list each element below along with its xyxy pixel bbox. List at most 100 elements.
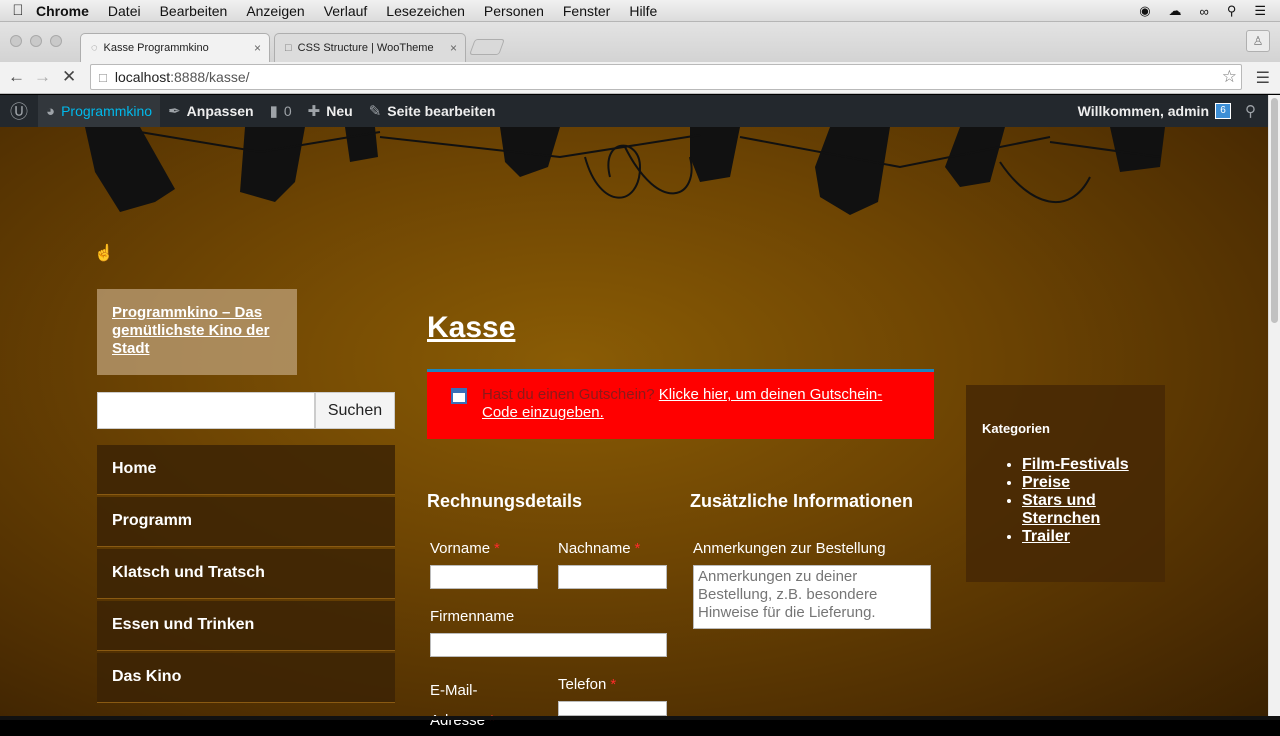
nav-item-programm[interactable]: Programm bbox=[97, 497, 395, 547]
menu-datei[interactable]: Datei bbox=[108, 3, 141, 19]
address-bar[interactable]: □ localhost:8888/kasse/ ☆ bbox=[90, 64, 1242, 90]
additional-info-heading: Zusätzliche Informationen bbox=[690, 491, 914, 511]
loading-spinner-icon: ◌ bbox=[91, 42, 98, 54]
tab-title: Kasse Programmkino bbox=[103, 42, 209, 54]
tab-title: CSS Structure | WooTheme bbox=[297, 42, 434, 54]
mac-menubar:  Chrome Datei Bearbeiten Anzeigen Verla… bbox=[0, 0, 1280, 22]
new-label: Neu bbox=[326, 103, 353, 119]
site-name-item[interactable]: ◕ Programmkino bbox=[38, 95, 161, 127]
coupon-question: Hast du einen Gutschein? bbox=[482, 386, 655, 403]
zoom-window-button[interactable] bbox=[50, 35, 62, 47]
main-navigation: Home Programm Klatsch und Tratsch Essen … bbox=[97, 445, 395, 705]
required-mark: * bbox=[494, 540, 500, 557]
url-path: :8888/kasse/ bbox=[170, 69, 250, 85]
required-mark: * bbox=[610, 676, 617, 693]
comment-icon: ▮ bbox=[269, 103, 278, 120]
categories-title: Kategorien bbox=[982, 421, 1050, 436]
menu-personen[interactable]: Personen bbox=[484, 3, 544, 19]
new-item[interactable]: ✚ Neu bbox=[300, 95, 361, 127]
menu-chrome[interactable]: Chrome bbox=[36, 3, 89, 19]
tab-bar: ◌ Kasse Programmkino × □ CSS Structure |… bbox=[0, 22, 1280, 62]
list-icon[interactable]: ☰ bbox=[1254, 3, 1266, 19]
scrollbar-thumb[interactable] bbox=[1271, 98, 1278, 323]
creative-cloud-icon[interactable]: ☁ bbox=[1169, 3, 1182, 19]
last-name-label: Nachname * bbox=[558, 540, 640, 557]
search-form: Suchen bbox=[97, 392, 395, 429]
category-item: Preise bbox=[1022, 474, 1149, 492]
email-label-line2: Adresse bbox=[430, 712, 486, 729]
last-name-field[interactable] bbox=[558, 565, 667, 589]
welcome-label[interactable]: Willkommen, admin bbox=[1078, 103, 1209, 119]
customize-label: Anpassen bbox=[186, 103, 254, 119]
page-info-icon[interactable]: □ bbox=[99, 70, 107, 85]
back-icon[interactable]: ← bbox=[8, 67, 25, 87]
required-mark: * bbox=[489, 712, 495, 729]
page-scrollbar[interactable] bbox=[1268, 95, 1280, 716]
close-window-button[interactable] bbox=[10, 35, 22, 47]
nav-item-essen[interactable]: Essen und Trinken bbox=[97, 601, 395, 651]
customize-item[interactable]: ✒ Anpassen bbox=[160, 95, 262, 127]
new-tab-button[interactable] bbox=[469, 39, 505, 55]
tab-close-icon[interactable]: × bbox=[450, 41, 457, 55]
category-link-preise[interactable]: Preise bbox=[1022, 474, 1070, 491]
phone-field[interactable] bbox=[558, 701, 667, 716]
page-icon: □ bbox=[285, 42, 292, 54]
nav-item-klatsch[interactable]: Klatsch und Tratsch bbox=[97, 549, 395, 599]
wp-logo-item[interactable]: Ⓤ bbox=[0, 95, 38, 127]
order-notes-label: Anmerkungen zur Bestellung bbox=[693, 540, 886, 557]
phone-label-text: Telefon bbox=[558, 676, 607, 693]
avatar[interactable]: 6 bbox=[1215, 103, 1231, 119]
bookmark-star-icon[interactable]: ☆ bbox=[1222, 67, 1237, 87]
bottom-edge bbox=[0, 716, 1280, 720]
wifi-icon[interactable]: ∞ bbox=[1200, 4, 1209, 19]
site-name-label: Programmkino bbox=[61, 103, 153, 119]
pencil-icon: ✎ bbox=[368, 103, 382, 120]
menu-lesezeichen[interactable]: Lesezeichen bbox=[386, 3, 465, 19]
chrome-menu-icon[interactable]: ☰ bbox=[1256, 68, 1270, 88]
admin-search-icon[interactable]: ⚲ bbox=[1245, 102, 1256, 120]
phone-label: Telefon * bbox=[558, 676, 616, 693]
menu-verlauf[interactable]: Verlauf bbox=[324, 3, 368, 19]
coupon-notice: Hast du einen Gutschein? Klicke hier, um… bbox=[427, 369, 934, 439]
dashboard-icon: ◕ bbox=[46, 102, 56, 120]
menu-hilfe[interactable]: Hilfe bbox=[629, 3, 657, 19]
wordpress-icon: Ⓤ bbox=[10, 102, 28, 122]
order-notes-field[interactable] bbox=[693, 565, 931, 629]
comments-count: 0 bbox=[283, 103, 292, 119]
edit-page-label: Seite bearbeiten bbox=[387, 103, 496, 119]
last-name-label-text: Nachname bbox=[558, 540, 631, 557]
browser-toolbar: ← → ✕ □ localhost:8888/kasse/ ☆ ☰ bbox=[0, 62, 1280, 94]
tab-css-structure[interactable]: □ CSS Structure | WooTheme × bbox=[274, 33, 466, 62]
record-icon[interactable]: ◉ bbox=[1139, 3, 1150, 19]
company-field[interactable] bbox=[430, 633, 667, 657]
url-host: localhost bbox=[114, 69, 171, 85]
search-icon[interactable]: ⚲ bbox=[1227, 3, 1237, 19]
nav-item-home[interactable]: Home bbox=[97, 445, 395, 495]
first-name-field[interactable] bbox=[430, 565, 538, 589]
header-decoration bbox=[85, 127, 1165, 215]
comments-item[interactable]: ▮ 0 bbox=[262, 95, 300, 127]
forward-icon[interactable]: → bbox=[34, 67, 51, 87]
category-link-stars[interactable]: Stars und Sternchen bbox=[1022, 492, 1100, 527]
edit-page-item[interactable]: ✎ Seite bearbeiten bbox=[361, 95, 504, 127]
stop-icon[interactable]: ✕ bbox=[62, 67, 76, 87]
search-input[interactable] bbox=[97, 392, 315, 429]
tab-kasse[interactable]: ◌ Kasse Programmkino × bbox=[80, 33, 270, 62]
page-title[interactable]: Kasse bbox=[427, 311, 515, 345]
site-title-link[interactable]: Programmkino – Das gemütlichste Kino der… bbox=[112, 304, 270, 357]
category-link-trailer[interactable]: Trailer bbox=[1022, 528, 1070, 545]
category-item: Trailer bbox=[1022, 528, 1149, 546]
menu-fenster[interactable]: Fenster bbox=[563, 3, 610, 19]
tab-close-icon[interactable]: × bbox=[254, 41, 261, 55]
plus-icon: ✚ bbox=[307, 103, 321, 120]
email-label-line1: E-Mail- bbox=[430, 682, 478, 699]
apple-icon[interactable]:  bbox=[0, 2, 36, 19]
nav-item-kino[interactable]: Das Kino bbox=[97, 653, 395, 703]
minimize-window-button[interactable] bbox=[30, 35, 42, 47]
category-link-film-festivals[interactable]: Film-Festivals bbox=[1022, 456, 1129, 473]
menu-bearbeiten[interactable]: Bearbeiten bbox=[160, 3, 228, 19]
brush-icon: ✒ bbox=[168, 103, 181, 120]
search-button[interactable]: Suchen bbox=[315, 392, 395, 429]
menu-anzeigen[interactable]: Anzeigen bbox=[246, 3, 304, 19]
profile-icon[interactable]: ♙ bbox=[1246, 30, 1270, 52]
